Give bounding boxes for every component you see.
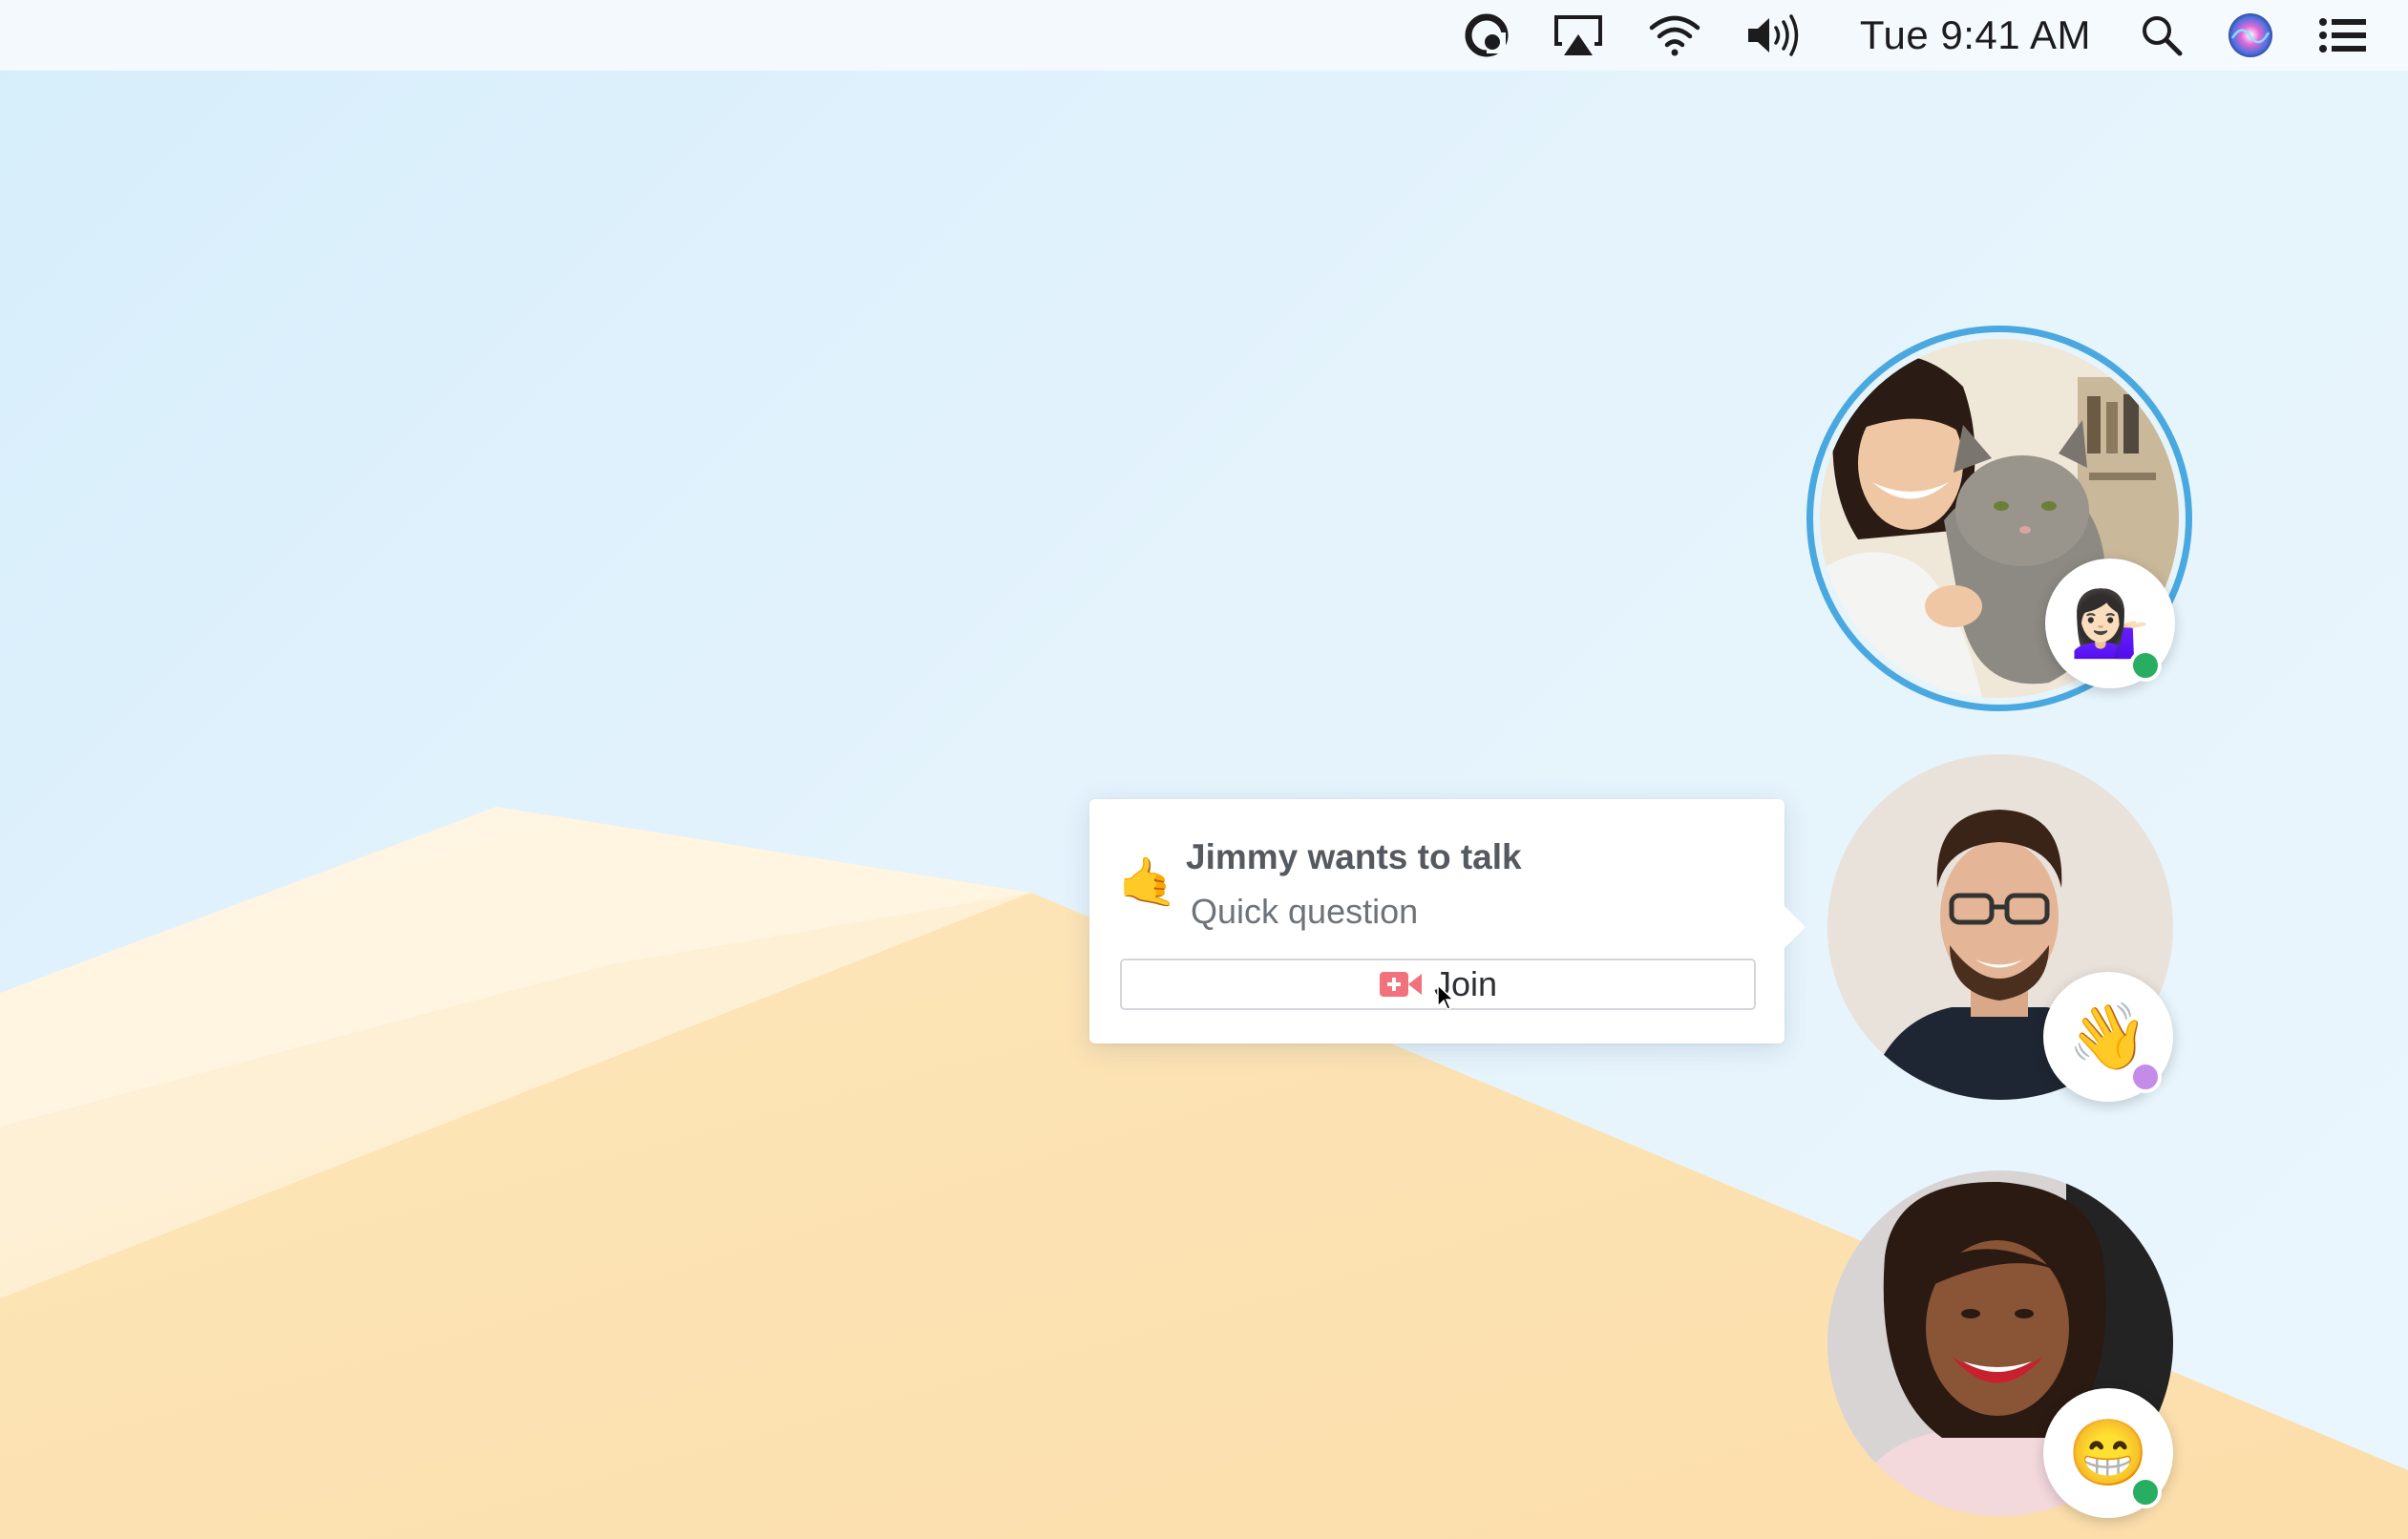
spotlight-search-icon[interactable]	[2141, 0, 2183, 71]
person-2-status-dot	[2129, 1061, 2162, 1093]
avatar-person-2[interactable]: 👋	[1827, 754, 2173, 1102]
volume-icon[interactable]	[1745, 0, 1805, 71]
notification-title: Jimmy wants to talk	[1186, 837, 1522, 876]
notification-pointer	[1783, 904, 1806, 950]
call-me-hand-emoji: 🤙	[1118, 855, 1178, 909]
notification-center-icon[interactable]	[2318, 0, 2368, 71]
person-3-emoji: 😁	[2067, 1417, 2149, 1489]
notification-subtitle: Quick question	[1191, 892, 1419, 931]
menu-bar: Tue 9:41 AM	[0, 0, 2408, 71]
person-1-status-dot	[2129, 649, 2162, 682]
app-status-icon[interactable]	[1465, 0, 1509, 71]
siri-icon[interactable]	[2227, 0, 2274, 71]
person-3-status-dot	[2129, 1476, 2162, 1508]
person-2-emoji: 👋	[2067, 1001, 2149, 1073]
wifi-icon[interactable]	[1648, 0, 1701, 71]
airplay-icon[interactable]	[1553, 0, 1604, 71]
desktop: Tue 9:41 AM	[0, 0, 2408, 1539]
avatar-person-3[interactable]: 😁	[1827, 1170, 2173, 1518]
menu-bar-clock[interactable]: Tue 9:41 AM	[1860, 12, 2091, 58]
mouse-pointer-icon	[1437, 983, 1455, 1010]
avatar-person-1[interactable]: 💁🏻‍♀️	[1806, 326, 2192, 711]
person-1-emoji: 💁🏻‍♀️	[2069, 587, 2151, 660]
video-camera-icon	[1379, 972, 1422, 997]
